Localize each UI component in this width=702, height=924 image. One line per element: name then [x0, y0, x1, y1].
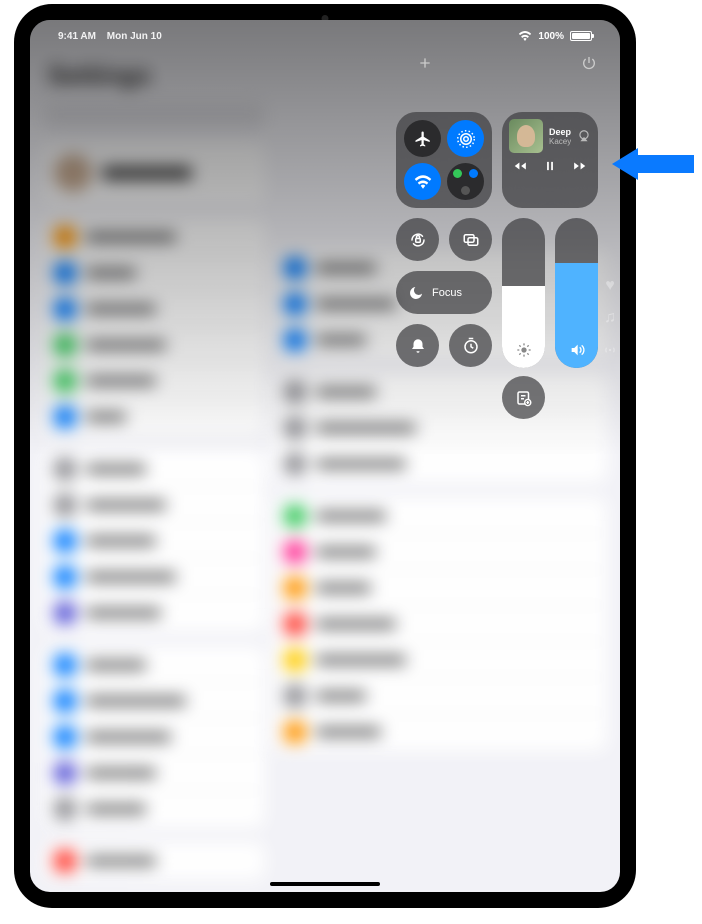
play-pause-button[interactable]	[543, 159, 557, 173]
now-playing-card[interactable]: Deeper Well Kacey Musgrave…	[502, 112, 598, 208]
cellular-indicator-icon	[453, 169, 462, 178]
music-note-icon[interactable]: ♫	[602, 310, 618, 326]
album-art	[509, 119, 543, 153]
brightness-slider[interactable]	[502, 218, 545, 368]
power-button[interactable]	[580, 54, 598, 72]
battery-percent: 100%	[538, 31, 564, 42]
signal-icon[interactable]	[602, 342, 618, 358]
bluetooth-indicator-icon	[469, 169, 478, 178]
ipad-frame: Settings	[14, 4, 636, 908]
orientation-lock-toggle[interactable]	[396, 218, 439, 261]
airplane-mode-toggle[interactable]	[404, 120, 441, 157]
moon-icon	[408, 285, 424, 301]
quick-note-button[interactable]	[502, 376, 545, 419]
screen: Settings	[30, 20, 620, 892]
status-time: 9:41 AM	[58, 31, 96, 42]
callout-arrow	[612, 148, 694, 180]
screen-mirroring-button[interactable]	[449, 218, 492, 261]
status-date: Mon Jun 10	[107, 31, 162, 42]
wifi-toggle[interactable]	[404, 163, 441, 200]
airplay-icon[interactable]	[577, 129, 591, 143]
volume-icon	[569, 342, 585, 358]
brightness-icon	[516, 342, 532, 358]
track-title: Deeper Well	[549, 127, 571, 137]
status-bar: 9:41 AM Mon Jun 10 100%	[30, 26, 620, 46]
next-track-button[interactable]	[573, 159, 587, 173]
add-control-button[interactable]	[416, 54, 434, 72]
focus-label: Focus	[432, 287, 462, 299]
favorite-icon[interactable]: ♥	[602, 278, 618, 294]
airdrop-toggle[interactable]	[447, 120, 484, 157]
focus-toggle[interactable]: Focus	[396, 271, 492, 314]
track-artist: Kacey Musgrave…	[549, 137, 571, 146]
hotspot-indicator-icon	[461, 186, 470, 195]
side-faded-controls: ♥ ♫	[602, 278, 618, 358]
timer-button[interactable]	[449, 324, 492, 367]
connectivity-card[interactable]	[396, 112, 492, 208]
silent-mode-toggle[interactable]	[396, 324, 439, 367]
wifi-status-icon	[518, 31, 532, 41]
previous-track-button[interactable]	[513, 159, 527, 173]
volume-slider[interactable]	[555, 218, 598, 368]
battery-icon	[570, 31, 592, 41]
bluetooth-cellular-cluster[interactable]	[447, 163, 484, 200]
